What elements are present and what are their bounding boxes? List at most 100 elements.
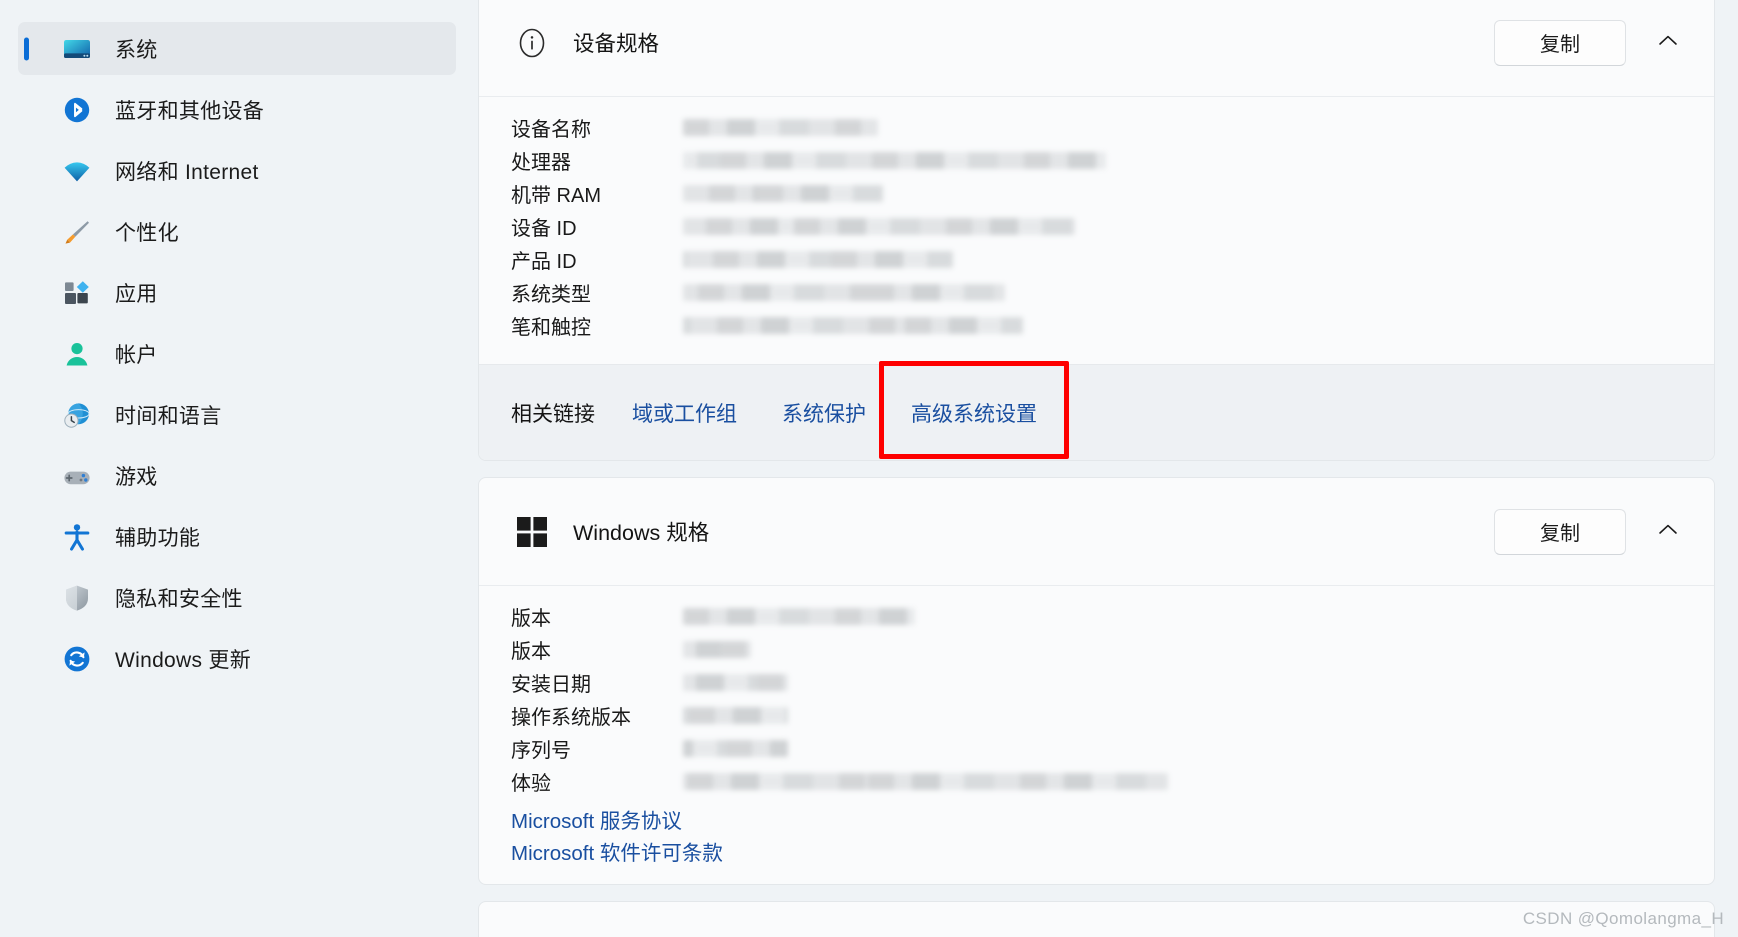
account-icon <box>62 339 92 369</box>
spec-label: 操作系统版本 <box>511 707 631 729</box>
device-spec-collapse-button[interactable] <box>1644 19 1692 67</box>
spec-label: 系统类型 <box>511 284 591 306</box>
update-sync-icon <box>62 644 92 674</box>
monitor-icon <box>62 34 92 64</box>
spec-label: 设备名称 <box>511 119 591 141</box>
microsoft-link-1[interactable]: Microsoft 软件许可条款 <box>511 838 1682 870</box>
sidebar-nav-list: 系统 蓝牙和其他设备 网络和 Internet 个性化 应用 帐户 时间和语言 … <box>0 22 478 685</box>
sidebar-item-label: 辅助功能 <box>115 526 201 550</box>
spec-label: 机带 RAM <box>511 185 601 207</box>
windows-spec-rows: 版本 版本 安装日期 操作系统版本 序列号 体验 <box>511 600 1682 798</box>
spec-label: 体验 <box>511 773 551 795</box>
spec-value-redacted <box>683 119 878 136</box>
sidebar-item-label: 系统 <box>115 38 158 62</box>
spec-row: 版本 <box>511 633 1682 666</box>
sidebar-item-8[interactable]: 辅助功能 <box>18 510 456 563</box>
settings-sidebar: 系统 蓝牙和其他设备 网络和 Internet 个性化 应用 帐户 时间和语言 … <box>0 0 478 937</box>
info-circle-icon <box>511 26 553 60</box>
spec-label: 设备 ID <box>511 218 577 240</box>
spec-row: 机带 RAM <box>511 177 1682 210</box>
spec-value-redacted <box>683 251 953 268</box>
globe-clock-icon <box>62 400 92 430</box>
gamepad-icon <box>62 461 92 491</box>
spec-row: 产品 ID <box>511 243 1682 276</box>
sidebar-item-label: Windows 更新 <box>115 648 252 672</box>
sidebar-item-9[interactable]: 隐私和安全性 <box>18 571 456 624</box>
sidebar-item-0[interactable]: 系统 <box>18 22 456 75</box>
spec-label: 版本 <box>511 641 551 663</box>
shield-icon <box>62 583 92 613</box>
windows-spec-header: Windows 规格 复制 <box>479 478 1714 586</box>
spec-label: 版本 <box>511 608 551 630</box>
related-link-1[interactable]: 系统保护 <box>782 398 866 428</box>
spec-row: 系统类型 <box>511 276 1682 309</box>
spec-value-redacted <box>683 641 751 658</box>
bluetooth-icon <box>62 95 92 125</box>
related-link-2[interactable]: 高级系统设置 <box>911 398 1037 428</box>
paintbrush-icon <box>62 217 92 247</box>
sidebar-item-label: 时间和语言 <box>115 404 222 428</box>
spec-value-redacted <box>683 284 1005 301</box>
spec-row: 安装日期 <box>511 666 1682 699</box>
device-specifications-card: 设备规格 复制 设备名称 处理器 机带 RAM 设备 ID 产品 ID 系统类型 笔和触控 … <box>478 0 1715 461</box>
spec-value-redacted <box>683 218 1075 235</box>
spec-row: 笔和触控 <box>511 309 1682 342</box>
chevron-up-icon <box>1655 517 1681 546</box>
apps-icon <box>62 278 92 308</box>
sidebar-item-label: 个性化 <box>115 221 179 245</box>
spec-row: 设备 ID <box>511 210 1682 243</box>
device-spec-title: 设备规格 <box>573 32 660 56</box>
windows-spec-title: Windows 规格 <box>573 521 710 545</box>
settings-window: 系统 蓝牙和其他设备 网络和 Internet 个性化 应用 帐户 时间和语言 … <box>0 0 1738 937</box>
chevron-up-icon <box>1655 28 1681 57</box>
sidebar-item-label: 网络和 Internet <box>115 160 259 184</box>
windows-logo-icon <box>511 515 553 549</box>
sidebar-item-3[interactable]: 个性化 <box>18 205 456 258</box>
wifi-icon <box>62 156 92 186</box>
spec-value-redacted <box>683 185 883 202</box>
sidebar-item-2[interactable]: 网络和 Internet <box>18 144 456 197</box>
related-link-0[interactable]: 域或工作组 <box>632 398 737 428</box>
spec-value-redacted <box>683 773 1168 790</box>
accessibility-icon <box>62 522 92 552</box>
device-spec-header: 设备规格 复制 <box>479 0 1714 97</box>
microsoft-links-group: Microsoft 服务协议 Microsoft 软件许可条款 <box>511 798 1682 874</box>
sidebar-item-10[interactable]: Windows 更新 <box>18 632 456 685</box>
spec-value-redacted <box>683 317 1023 334</box>
microsoft-link-0[interactable]: Microsoft 服务协议 <box>511 806 1682 838</box>
spec-value-redacted <box>683 740 788 757</box>
sidebar-item-7[interactable]: 游戏 <box>18 449 456 502</box>
sidebar-item-1[interactable]: 蓝牙和其他设备 <box>18 83 456 136</box>
windows-specifications-card: Windows 规格 复制 版本 版本 安装日期 操作系统版本 序列号 体验 Micros… <box>478 477 1715 885</box>
sidebar-item-label: 应用 <box>115 282 158 306</box>
spec-row: 版本 <box>511 600 1682 633</box>
spec-row: 操作系统版本 <box>511 699 1682 732</box>
spec-label: 安装日期 <box>511 674 591 696</box>
sidebar-item-label: 游戏 <box>115 465 158 489</box>
spec-row: 处理器 <box>511 144 1682 177</box>
spec-label: 产品 ID <box>511 251 577 273</box>
windows-spec-copy-button[interactable]: 复制 <box>1494 508 1626 555</box>
spec-row: 设备名称 <box>511 111 1682 144</box>
spec-value-redacted <box>683 608 915 625</box>
sidebar-item-label: 帐户 <box>115 343 158 367</box>
spec-row: 序列号 <box>511 732 1682 765</box>
sidebar-item-label: 隐私和安全性 <box>115 587 243 611</box>
sidebar-item-5[interactable]: 帐户 <box>18 327 456 380</box>
settings-content-pane[interactable]: 设备规格 复制 设备名称 处理器 机带 RAM 设备 ID 产品 ID 系统类型 笔和触控 … <box>478 0 1738 937</box>
csdn-watermark: CSDN @Qomolangma_H <box>1522 909 1724 928</box>
spec-row: 体验 <box>511 765 1682 798</box>
spec-value-redacted <box>683 152 1106 169</box>
device-spec-copy-button[interactable]: 复制 <box>1494 19 1626 66</box>
device-spec-rows: 设备名称处理器机带 RAM 设备 ID 产品 ID 系统类型笔和触控 <box>479 97 1714 364</box>
selection-indicator <box>24 37 29 60</box>
spec-value-redacted <box>683 674 788 691</box>
sidebar-item-4[interactable]: 应用 <box>18 266 456 319</box>
windows-spec-collapse-button[interactable] <box>1644 508 1692 556</box>
spec-label: 序列号 <box>511 740 571 762</box>
sidebar-item-6[interactable]: 时间和语言 <box>18 388 456 441</box>
spec-value-redacted <box>683 707 788 724</box>
spec-label: 笔和触控 <box>511 317 591 339</box>
related-links-footer: 相关链接 域或工作组 系统保护 高级系统设置 <box>479 364 1714 460</box>
related-links-label: 相关链接 <box>511 402 595 426</box>
